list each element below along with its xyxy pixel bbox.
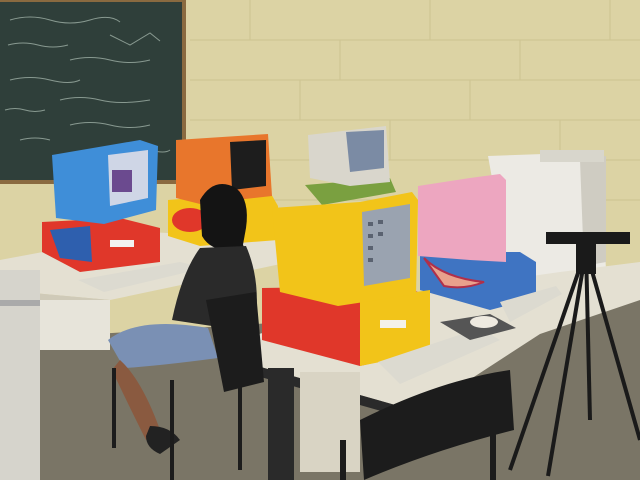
yellow-computer [262, 192, 430, 366]
photo-canvas [0, 0, 640, 480]
orange-monitor-screen [230, 140, 266, 190]
printer-slot [0, 300, 40, 306]
front-desk-panel [300, 372, 360, 472]
front-desk-leg [268, 368, 294, 480]
tripod-head [546, 232, 630, 244]
pink-monitor [418, 174, 506, 262]
drive-slot [110, 240, 134, 247]
back-desk-panel [40, 300, 110, 350]
tripod-column [576, 244, 596, 274]
screen-content [112, 170, 132, 192]
blue-computer [42, 140, 160, 272]
yellow-monitor-screen [362, 204, 410, 286]
classroom-photo [0, 0, 640, 480]
drive-slot-front [380, 320, 406, 328]
beige-monitor-screen [346, 130, 384, 172]
beige-computer [305, 126, 396, 205]
mouse [470, 316, 498, 328]
device-on-tower [540, 150, 604, 162]
